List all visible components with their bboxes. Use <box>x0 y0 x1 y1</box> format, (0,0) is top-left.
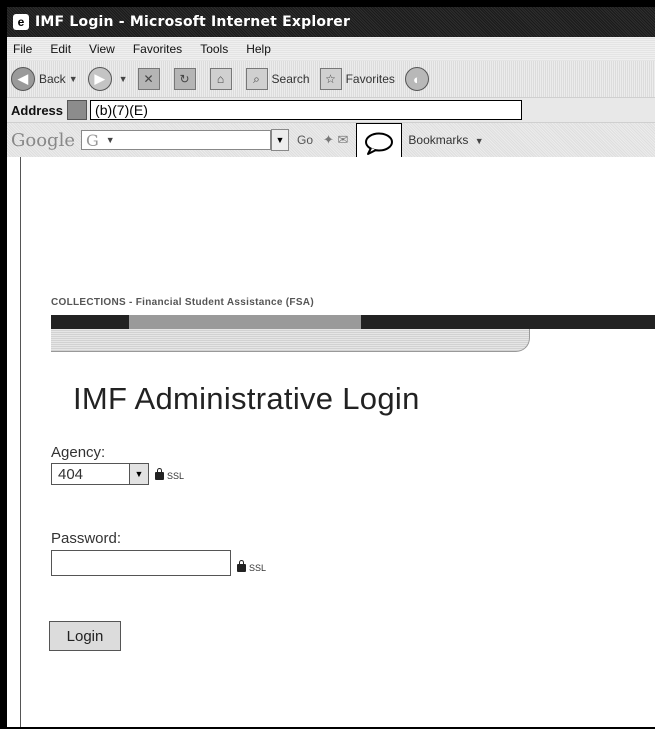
forward-button[interactable]: ▶ ▼ <box>87 67 128 91</box>
search-button[interactable]: ⌕ Search <box>245 68 310 90</box>
page-title: IMF Administrative Login <box>73 381 420 416</box>
home-icon: ⌂ <box>209 68 232 90</box>
agency-value: 404 <box>58 465 84 483</box>
favorites-label: Favorites <box>345 72 395 86</box>
menu-file[interactable]: File <box>13 42 32 56</box>
media-button[interactable]: ◐ <box>404 67 433 91</box>
title-bar: e IMF Login - Microsoft Internet Explore… <box>7 7 655 37</box>
chevron-down-icon: ▼ <box>68 74 78 84</box>
google-search-input[interactable]: G ▼ <box>80 130 271 150</box>
menu-tools[interactable]: Tools <box>200 42 228 56</box>
chevron-down-icon: ▼ <box>105 135 115 145</box>
address-bar: Address (b)(7)(E) <box>7 97 655 123</box>
ie-icon: e <box>13 14 29 30</box>
google-go-button[interactable]: Go <box>297 133 313 147</box>
google-logo: Google <box>11 129 75 151</box>
back-button[interactable]: ◀ Back ▼ <box>11 67 78 91</box>
screenshot-frame: e IMF Login - Microsoft Internet Explore… <box>0 0 655 729</box>
chevron-down-icon: ▼ <box>118 74 128 84</box>
favorites-button[interactable]: ☆ Favorites <box>319 68 395 90</box>
address-label: Address <box>11 102 64 118</box>
google-g-icon: G <box>85 130 99 150</box>
stop-icon: ✕ <box>137 68 160 90</box>
ssl-indicator: SSL <box>155 468 185 481</box>
search-icon: ⌕ <box>245 68 268 90</box>
chevron-down-icon[interactable]: ▼ <box>129 464 148 484</box>
menu-bar: File Edit View Favorites Tools Help <box>7 37 655 61</box>
search-label: Search <box>271 72 310 86</box>
agency-label: Agency: <box>51 444 106 461</box>
banner-tab <box>51 329 530 352</box>
lock-icon <box>155 468 164 480</box>
address-input[interactable]: (b)(7)(E) <box>90 100 523 120</box>
banner-title: COLLECTIONS - Financial Student Assistan… <box>51 297 314 308</box>
media-icon: ◐ <box>404 67 429 91</box>
forward-arrow-icon: ▶ <box>87 67 112 91</box>
google-dropdown-button[interactable]: ▼ <box>270 129 289 151</box>
menu-favorites[interactable]: Favorites <box>133 42 182 56</box>
google-tools-icon[interactable]: ✦ ✉ <box>323 132 348 148</box>
home-button[interactable]: ⌂ <box>209 68 236 90</box>
window-title: IMF Login - Microsoft Internet Explorer <box>35 14 351 30</box>
page-icon <box>67 100 88 120</box>
browser-window: e IMF Login - Microsoft Internet Explore… <box>5 5 655 729</box>
back-label: Back <box>39 72 66 86</box>
menu-view[interactable]: View <box>89 42 115 56</box>
standard-toolbar: ◀ Back ▼ ▶ ▼ ✕ ↻ ⌂ ⌕ Search ☆ Favorites … <box>7 61 655 97</box>
chevron-down-icon: ▼ <box>474 136 484 146</box>
agency-select[interactable]: 404 ▼ <box>51 463 149 485</box>
ssl-indicator: SSL <box>237 560 267 573</box>
back-arrow-icon: ◀ <box>11 67 35 91</box>
banner-bar <box>51 315 655 329</box>
google-toolbar: Google G ▼ ▼ Go ✦ ✉ Bookmarks ▼ <box>7 123 655 165</box>
password-label: Password: <box>51 530 122 547</box>
ssl-text: SSL <box>167 471 185 481</box>
ssl-text: SSL <box>249 563 267 573</box>
login-button[interactable]: Login <box>49 621 121 651</box>
menu-help[interactable]: Help <box>246 42 271 56</box>
refresh-icon: ↻ <box>173 68 196 90</box>
lock-icon <box>237 560 246 572</box>
bookmarks-label: Bookmarks <box>408 133 469 147</box>
menu-edit[interactable]: Edit <box>50 42 71 56</box>
password-field[interactable] <box>51 550 231 576</box>
page-content: COLLECTIONS - Financial Student Assistan… <box>20 157 655 727</box>
star-icon: ☆ <box>319 68 342 90</box>
stop-button[interactable]: ✕ <box>137 68 164 90</box>
refresh-button[interactable]: ↻ <box>173 68 200 90</box>
banner-bar-segment <box>129 315 361 329</box>
bookmarks-menu[interactable]: Bookmarks ▼ <box>408 133 483 147</box>
